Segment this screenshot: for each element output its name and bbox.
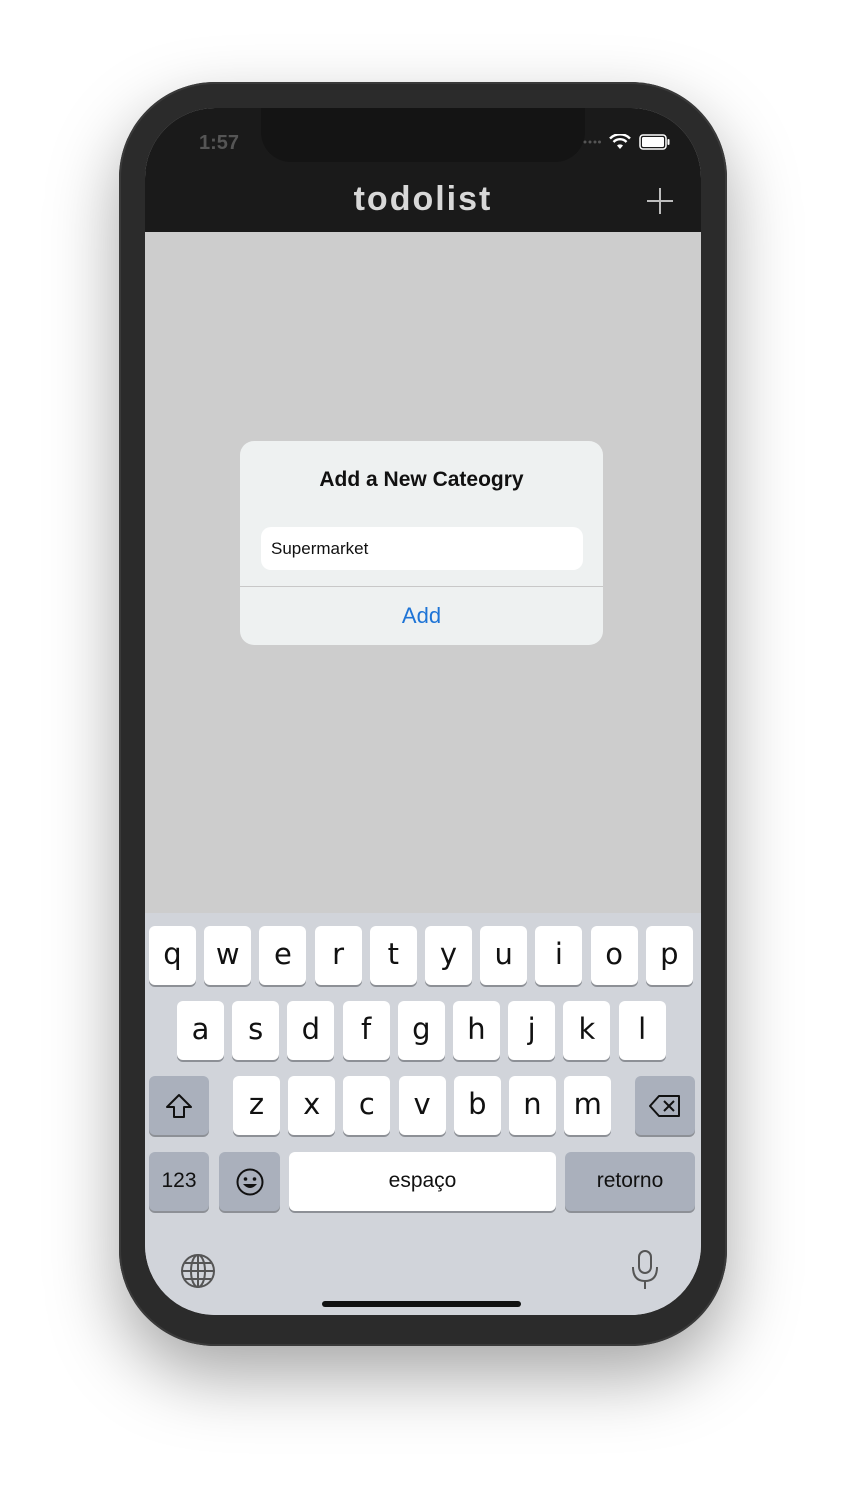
key-a[interactable]: a [177, 1001, 224, 1060]
notch [261, 108, 585, 162]
key-s[interactable]: s [232, 1001, 280, 1060]
stage: 1:57 todolist Add a New Cateogry Superma… [0, 0, 846, 1500]
screen: 1:57 todolist Add a New Cateogry Superma… [145, 108, 701, 1315]
add-category-alert: Add a New Cateogry Supermarket Add [240, 441, 603, 645]
shift-icon [166, 1094, 192, 1118]
add-button[interactable]: Add [240, 587, 603, 645]
emoji-icon [236, 1168, 263, 1196]
key-o[interactable]: o [590, 926, 638, 985]
status-icons [583, 134, 671, 150]
key-q[interactable]: q [149, 926, 196, 985]
globe-icon[interactable] [180, 1253, 216, 1289]
microphone-icon[interactable] [630, 1249, 660, 1291]
key-c[interactable]: c [343, 1076, 391, 1135]
key-t[interactable]: t [369, 926, 417, 985]
key-d[interactable]: d [287, 1001, 335, 1060]
key-x[interactable]: x [288, 1076, 336, 1135]
key-i[interactable]: i [535, 926, 583, 985]
status-time: 1:57 [199, 132, 240, 154]
wifi-icon [609, 134, 631, 149]
key-f[interactable]: f [342, 1001, 390, 1060]
delete-key[interactable] [635, 1076, 695, 1135]
key-g[interactable]: g [397, 1001, 445, 1060]
key-k[interactable]: k [563, 1001, 611, 1060]
key-j[interactable]: j [508, 1001, 556, 1060]
return-key[interactable]: retorno [565, 1152, 695, 1211]
key-w[interactable]: w [204, 926, 252, 985]
delete-icon [649, 1095, 680, 1117]
shift-key[interactable] [149, 1076, 209, 1135]
numbers-key[interactable]: 123 [149, 1152, 209, 1211]
key-u[interactable]: u [480, 926, 528, 985]
category-name-input[interactable]: Supermarket [261, 527, 583, 570]
key-m[interactable]: m [564, 1076, 612, 1135]
home-indicator [322, 1301, 521, 1307]
key-v[interactable]: v [398, 1076, 446, 1135]
keyboard: qwertyuiop asdfghjkl zxcvbnm 123 espaço re… [145, 913, 701, 1315]
key-h[interactable]: h [453, 1001, 500, 1060]
space-key[interactable]: espaço [289, 1152, 556, 1211]
app-title: todolist [353, 180, 493, 218]
key-e[interactable]: e [259, 926, 307, 985]
plus-icon[interactable] [645, 186, 675, 216]
key-n[interactable]: n [509, 1076, 556, 1135]
key-z[interactable]: z [233, 1076, 280, 1135]
key-l[interactable]: l [618, 1001, 666, 1060]
key-r[interactable]: r [314, 926, 362, 985]
signal-dots-icon [583, 140, 601, 144]
key-b[interactable]: b [453, 1076, 501, 1135]
battery-icon [639, 134, 670, 150]
emoji-key[interactable] [219, 1152, 280, 1211]
key-p[interactable]: p [645, 926, 693, 985]
alert-title: Add a New Cateogry [319, 468, 524, 491]
key-y[interactable]: y [425, 926, 472, 985]
